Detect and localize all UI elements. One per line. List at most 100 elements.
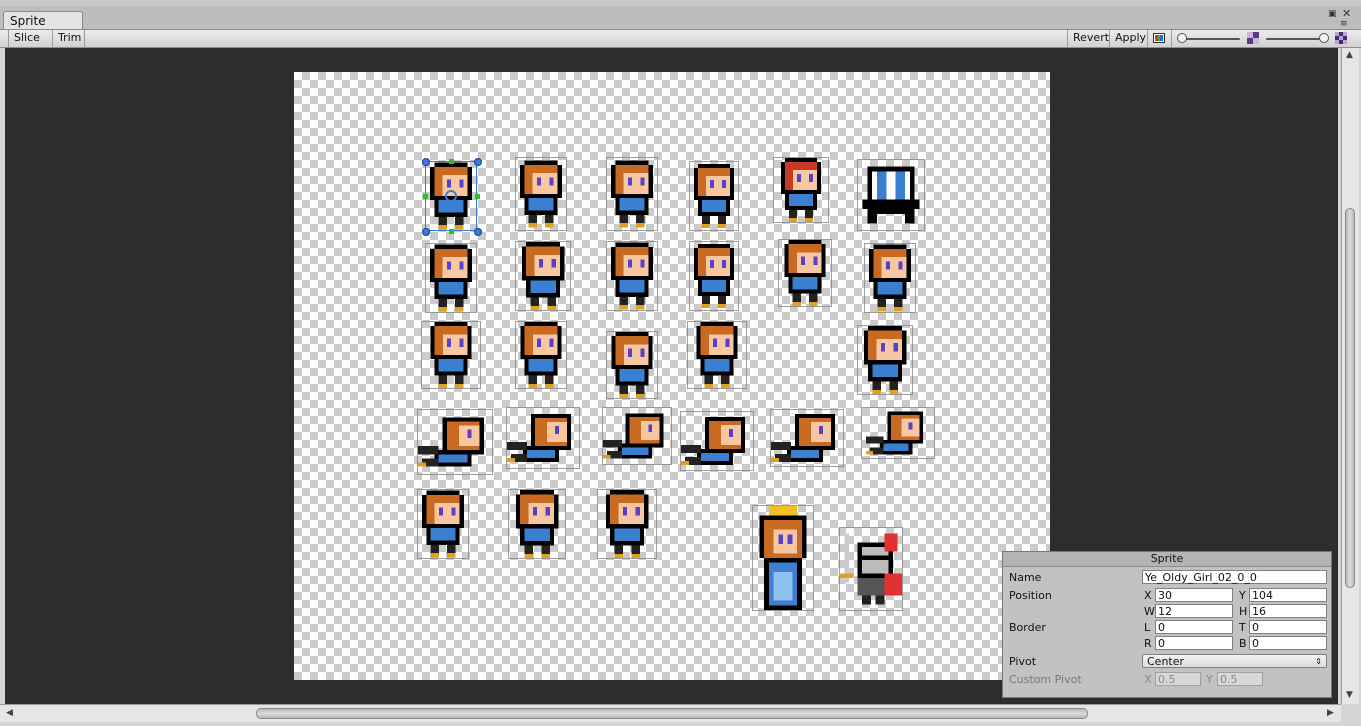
girl-icon (521, 242, 565, 310)
sprite-girl[interactable] (425, 243, 477, 313)
close-icon[interactable]: ✕ (1342, 8, 1351, 19)
apply-button[interactable]: Apply (1110, 30, 1148, 47)
scroll-left-icon[interactable]: ◀ (6, 708, 13, 718)
sprite-girl-fly[interactable] (861, 407, 935, 459)
h-field[interactable]: 16 (1249, 604, 1327, 618)
toolbar: Slice ⇕ Trim Revert Apply (0, 30, 1361, 59)
sprite-girl[interactable] (515, 321, 567, 389)
resize-handle[interactable] (474, 228, 482, 236)
maximize-icon[interactable]: ▣ (1328, 10, 1337, 19)
sprite-sheet-texture[interactable] (294, 72, 1050, 680)
mip-slider-handle[interactable] (1319, 33, 1329, 43)
sprite-girl[interactable] (689, 161, 739, 231)
girl-icon (694, 164, 734, 228)
knight-icon (840, 533, 902, 605)
sprite-girl[interactable] (864, 243, 916, 313)
girl-icon (869, 244, 911, 312)
x-field[interactable]: 30 (1155, 588, 1233, 602)
sprite-girl[interactable] (857, 325, 913, 395)
custom-pivot-x-label: X (1144, 673, 1152, 686)
sprite-girl[interactable] (606, 241, 658, 311)
sprite-girl-fly[interactable] (506, 407, 580, 469)
resize-handle[interactable] (422, 158, 430, 166)
y-field[interactable]: 104 (1249, 588, 1327, 602)
sprite-girl-fly[interactable] (602, 407, 672, 465)
sprite-inspector-panel: Sprite Name Ye_Oldy_Girl_02_0_0 Position… (1002, 551, 1332, 698)
girl-fly-icon (681, 417, 745, 465)
sprite-girl[interactable] (606, 331, 658, 399)
custom-pivot-y-field: 0.5 (1217, 672, 1263, 686)
r-label: R (1144, 637, 1152, 650)
horizontal-scrollbar[interactable]: ◀ ▶ (0, 704, 1341, 722)
sprite-girl-fly[interactable] (680, 411, 754, 471)
position-label: Position (1009, 589, 1052, 602)
custom-pivot-x-field: 0.5 (1155, 672, 1201, 686)
custom-pivot-y-label: Y (1206, 673, 1213, 686)
name-label: Name (1009, 571, 1042, 584)
tab-bar: Sprite Editor ▣ ✕ ≡ (0, 6, 1361, 46)
b-label: B (1239, 637, 1247, 650)
sprite-girl-red[interactable] (773, 157, 829, 223)
h-label: H (1239, 605, 1248, 618)
pivot-dropdown[interactable]: Center ⇕ (1142, 654, 1327, 668)
revert-button[interactable]: Revert (1067, 30, 1110, 47)
girl-icon (611, 160, 653, 228)
alpha-checker-icon[interactable] (1247, 32, 1259, 44)
sprite-girl[interactable] (421, 321, 481, 389)
girl-red-icon (781, 158, 821, 222)
b-field[interactable]: 0 (1249, 636, 1327, 650)
girl-icon (605, 490, 649, 558)
edge-handle[interactable] (449, 159, 454, 164)
x-label: X (1144, 589, 1152, 602)
sprite-girl[interactable] (689, 241, 739, 311)
girl-fly-icon (771, 414, 835, 462)
sprite-girl-fly[interactable] (417, 409, 493, 475)
sprite-helmet[interactable] (857, 159, 925, 231)
tab-menu-icon[interactable]: ≡ (1340, 20, 1348, 29)
sprite-knight[interactable] (839, 527, 903, 611)
r-field[interactable]: 0 (1155, 636, 1233, 650)
edge-handle[interactable] (475, 194, 480, 199)
l-field[interactable]: 0 (1155, 620, 1233, 634)
slice-dropdown[interactable]: Slice ⇕ (8, 30, 53, 59)
sprite-princess[interactable] (752, 505, 814, 611)
sprite-selected[interactable] (422, 158, 482, 236)
vertical-scroll-thumb[interactable] (1345, 208, 1355, 588)
sprite-girl[interactable] (606, 157, 658, 231)
tab-sprite-editor[interactable]: Sprite Editor (3, 11, 83, 46)
color-mode-toggle[interactable] (1148, 30, 1172, 47)
t-label: T (1239, 621, 1246, 634)
zoom-slider-handle[interactable] (1177, 33, 1187, 43)
princess-icon (759, 506, 807, 610)
edge-handle[interactable] (423, 194, 428, 199)
pivot-handle[interactable] (445, 190, 457, 202)
sprite-girl[interactable] (417, 489, 469, 559)
mipmap-icon[interactable] (1335, 32, 1347, 44)
scroll-up-icon[interactable]: ▲ (1346, 50, 1353, 60)
trim-button[interactable]: Trim (53, 30, 85, 47)
girl-fly-icon (507, 414, 571, 462)
sprite-girl[interactable] (508, 489, 566, 559)
scroll-down-icon[interactable]: ▼ (1346, 690, 1353, 700)
t-field[interactable]: 0 (1249, 620, 1327, 634)
dropdown-arrows-icon: ⇕ (1315, 657, 1322, 666)
scroll-right-icon[interactable]: ▶ (1327, 708, 1334, 718)
sprite-girl[interactable] (778, 239, 832, 307)
w-field[interactable]: 12 (1155, 604, 1233, 618)
horizontal-scroll-thumb[interactable] (256, 708, 1088, 719)
sprite-girl[interactable] (515, 157, 567, 231)
sprite-girl[interactable] (687, 321, 747, 389)
sprite-girl[interactable] (515, 241, 571, 311)
helmet-icon (862, 166, 920, 224)
resize-handle[interactable] (422, 228, 430, 236)
sprite-girl-fly[interactable] (770, 409, 844, 467)
girl-icon (430, 322, 472, 388)
name-field[interactable]: Ye_Oldy_Girl_02_0_0 (1142, 570, 1327, 584)
sprite-girl[interactable] (597, 489, 657, 559)
resize-handle[interactable] (474, 158, 482, 166)
zoom-slider-track[interactable] (1180, 38, 1240, 40)
vertical-scrollbar[interactable]: ▲ ▼ (1341, 48, 1359, 704)
girl-fly-icon (418, 417, 484, 467)
edge-handle[interactable] (449, 229, 454, 234)
panel-title: Sprite (1003, 552, 1331, 567)
